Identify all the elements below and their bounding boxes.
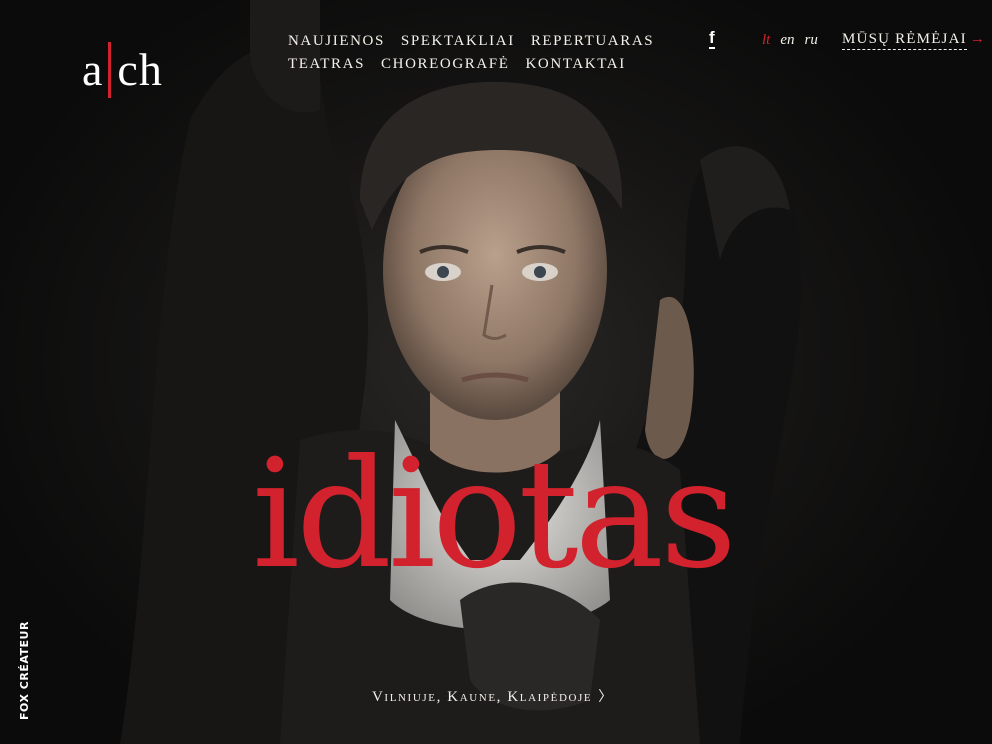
agency-credit[interactable]: FOX CRÉATEUR xyxy=(18,621,31,720)
cities-link[interactable]: Vilniuje, Kaune, Klaipėdoje 〉 xyxy=(372,686,614,706)
logo-letters-ch: ch xyxy=(117,44,163,95)
lang-ru[interactable]: ru xyxy=(805,32,818,49)
site-logo[interactable]: a ch xyxy=(82,40,163,100)
nav-item-teatras[interactable]: TEATRAS xyxy=(288,56,365,73)
sponsors-label: MŪSŲ RĖMĖJAI xyxy=(842,31,967,50)
hero-stage xyxy=(0,0,992,744)
nav-row-2: TEATRAS CHOREOGRAFĖ KONTAKTAI xyxy=(288,53,648,76)
main-nav: NAUJIENOS SPEKTAKLIAI REPERTUARAS TEATRA… xyxy=(288,30,653,76)
facebook-icon[interactable]: f xyxy=(709,29,715,49)
nav-item-choreografe[interactable]: CHOREOGRAFĖ xyxy=(381,56,509,73)
logo-divider xyxy=(108,42,112,98)
nav-item-kontaktai[interactable]: KONTAKTAI xyxy=(526,56,626,73)
nav-row-1: NAUJIENOS SPEKTAKLIAI REPERTUARAS xyxy=(288,30,653,53)
cities-label: Vilniuje, Kaune, Klaipėdoje xyxy=(372,689,593,705)
nav-item-naujienos[interactable]: NAUJIENOS xyxy=(288,33,385,50)
nav-item-repertuaras[interactable]: REPERTUARAS xyxy=(531,33,654,50)
arrow-right-icon: → xyxy=(969,31,987,47)
language-switcher: lt en ru xyxy=(762,32,818,49)
lang-en[interactable]: en xyxy=(780,32,794,49)
hero-photo xyxy=(120,0,802,744)
nav-item-spektakliai[interactable]: SPEKTAKLIAI xyxy=(401,33,515,50)
chevron-right-icon: 〉 xyxy=(598,689,614,705)
sponsors-link[interactable]: MŪSŲ RĖMĖJAI → xyxy=(842,31,987,50)
logo-letter-a: a xyxy=(82,44,104,95)
lang-lt[interactable]: lt xyxy=(762,32,770,49)
show-title: idiotas xyxy=(252,428,737,602)
